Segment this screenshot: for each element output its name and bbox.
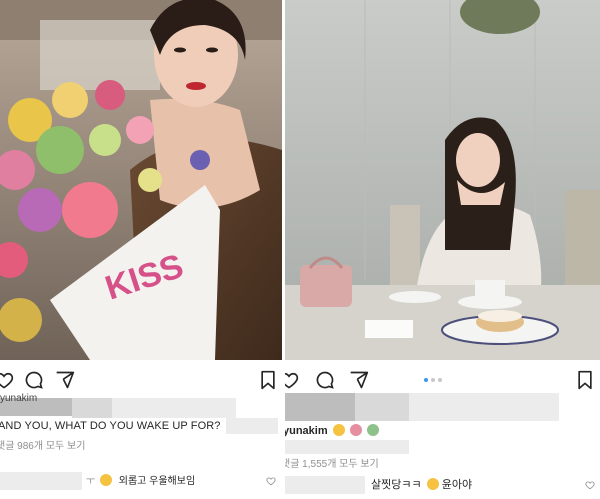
right-username-text: yunakim [285, 425, 328, 437]
right-post: yunakim 댓글 1,555개 모두 보기 살찟당ㅋㅋ 윤아야 [285, 0, 600, 499]
right-comment-text-1: 살찟당ㅋㅋ [371, 479, 422, 491]
right-view-all-comments[interactable]: 댓글 1,555개 모두 보기 [285, 458, 379, 472]
comment-icon[interactable] [315, 370, 335, 390]
sad-emoji-icon [99, 474, 112, 486]
blurred-block [409, 393, 559, 421]
smile-emoji-icon [332, 424, 345, 436]
right-comment-text-2: 윤아야 [441, 479, 473, 491]
laugh-emoji-icon [426, 478, 439, 490]
share-icon[interactable] [55, 370, 75, 390]
carousel-indicator [424, 378, 442, 382]
blurred-block [200, 398, 236, 418]
left-username: yunakim [0, 393, 38, 404]
left-action-bar [0, 366, 282, 394]
right-action-bar [285, 366, 600, 394]
right-username: yunakim [285, 424, 379, 438]
blurred-commenter [285, 476, 365, 494]
blurred-commenter [0, 472, 82, 490]
blurred-block [112, 398, 202, 418]
left-post-image: KISS [0, 0, 282, 360]
rose-emoji-icon [349, 424, 362, 436]
share-icon[interactable] [349, 370, 369, 390]
comment-heart-icon[interactable] [266, 476, 276, 486]
blurred-block [285, 440, 409, 454]
left-post-photo[interactable]: KISS [0, 0, 282, 360]
left-comment-text: 외롭고 우울해보임 [118, 476, 196, 487]
flower-emoji-icon [366, 424, 379, 436]
left-view-all-comments[interactable]: 댓글 986개 모두 보기 [0, 440, 85, 454]
left-post: KISS yunakim AND YOU, WHAT DO YOU WAKE U… [0, 0, 282, 499]
right-post-image [285, 0, 600, 360]
right-post-photo[interactable] [285, 0, 600, 360]
left-caption: AND YOU, WHAT DO YOU WAKE UP FOR? [0, 420, 221, 432]
blurred-likes [285, 393, 355, 421]
heart-icon[interactable] [285, 370, 299, 390]
bookmark-icon[interactable] [258, 370, 278, 390]
carousel-dot [431, 378, 435, 382]
heart-icon[interactable] [0, 370, 14, 390]
comment-icon[interactable] [24, 370, 44, 390]
comment-separator: ㅜ [86, 476, 96, 487]
left-comment: ㅜ 외롭고 우울해보임 [86, 474, 195, 489]
blurred-block [355, 393, 409, 421]
carousel-dot-active [424, 378, 428, 382]
bookmark-icon[interactable] [575, 370, 595, 390]
blurred-username: yunakim [0, 393, 72, 416]
comment-heart-icon[interactable] [585, 480, 595, 490]
blurred-block [226, 418, 278, 434]
blurred-block [72, 398, 112, 418]
right-comment: 살찟당ㅋㅋ 윤아야 [371, 478, 472, 492]
carousel-dot [438, 378, 442, 382]
